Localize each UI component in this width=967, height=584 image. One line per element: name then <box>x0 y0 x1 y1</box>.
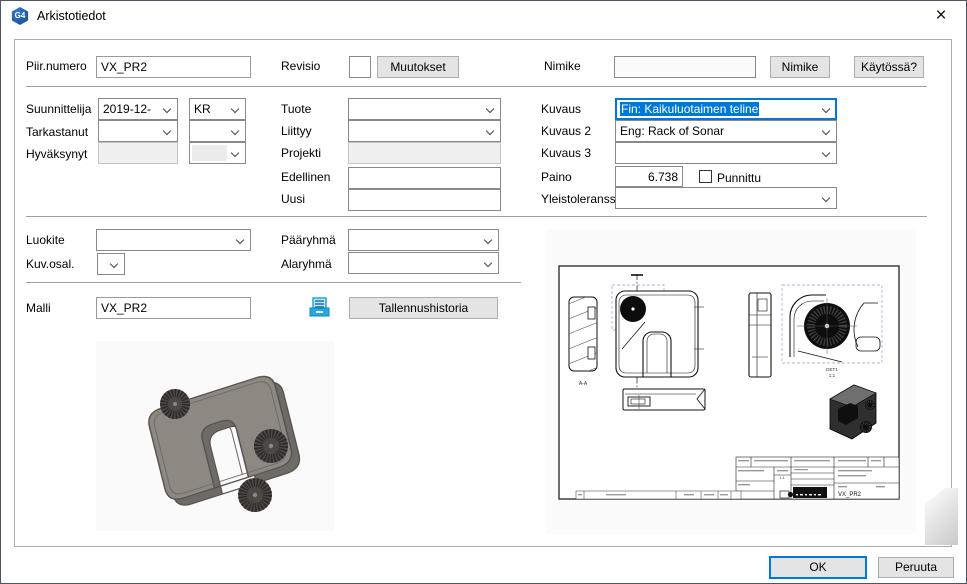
yleistoleranssi-label: Yleistoleranssi <box>541 192 618 207</box>
tarkastanut-date-combo[interactable] <box>98 120 178 142</box>
luokite-combo[interactable] <box>96 229 251 251</box>
kuvaus-label: Kuvaus <box>541 102 581 117</box>
paino-label: Paino <box>541 170 572 185</box>
punnittu-label: Punnittu <box>717 171 761 186</box>
chevron-down-icon <box>486 105 494 113</box>
edellinen-label: Edellinen <box>281 170 330 185</box>
paino-field[interactable]: 6.738 <box>615 166 683 187</box>
tarkastanut-label: Tarkastanut <box>26 125 88 140</box>
chevron-down-icon <box>484 236 492 244</box>
paaryhma-combo[interactable] <box>348 229 499 251</box>
hyvaksynyt-label: Hyväksynyt <box>26 147 87 162</box>
chevron-down-icon <box>822 127 830 135</box>
kuvaus3-label: Kuvaus 3 <box>541 146 591 161</box>
piir-numero-field[interactable]: VX_PR2 <box>96 56 251 78</box>
chevron-down-icon <box>236 236 244 244</box>
section-view-label: A-A <box>579 381 588 387</box>
kuvaus3-combo[interactable] <box>615 142 837 164</box>
disabled-fill <box>192 145 227 161</box>
punnittu-checkbox[interactable] <box>699 170 712 183</box>
tarkastanut-initials-combo[interactable] <box>189 120 246 142</box>
suunnittelija-date-combo[interactable]: 2019-12-13 <box>98 98 178 120</box>
chevron-down-icon <box>822 194 830 202</box>
knurl-boss <box>254 429 288 463</box>
chevron-down-icon <box>231 105 239 113</box>
titleblock-number: VX_PR2 <box>838 492 862 498</box>
peruuta-button[interactable]: Peruuta <box>878 557 954 578</box>
malli-label: Malli <box>26 301 51 316</box>
chevron-down-icon <box>484 259 492 267</box>
nimike-field[interactable] <box>614 56 756 78</box>
malli-field[interactable]: VX_PR2 <box>96 297 251 319</box>
kuvaus-combo[interactable]: Fin: Kaikuluotaimen teline <box>615 98 837 120</box>
edellinen-field[interactable] <box>348 167 501 189</box>
chevron-down-icon <box>231 127 239 135</box>
kuv-osal-label: Kuv.osal. <box>26 257 74 272</box>
knurl-boss <box>160 389 190 419</box>
uusi-field[interactable] <box>348 189 501 211</box>
hyvaksynyt-field <box>98 142 178 164</box>
arkistotiedot-dialog: G4 Arkistotiedot × Piir.numero VX_PR2 Re… <box>0 0 967 584</box>
projekti-label: Projekti <box>281 146 321 161</box>
suunnittelija-label: Suunnittelija <box>26 102 91 117</box>
uusi-label: Uusi <box>281 192 305 207</box>
chevron-down-icon <box>822 149 830 157</box>
nimike-button[interactable]: Nimike <box>770 56 830 78</box>
kaytossa-button[interactable]: Käytössä? <box>854 56 924 78</box>
alaryhma-label: Alaryhmä <box>281 257 332 272</box>
kuvaus2-combo[interactable]: Eng: Rack of Sonar <box>615 120 837 142</box>
tuote-combo[interactable] <box>348 98 501 120</box>
separator <box>26 216 927 217</box>
separator <box>26 282 521 283</box>
chevron-down-icon <box>231 149 239 157</box>
knurl-boss <box>238 478 272 512</box>
titlebar: G4 Arkistotiedot × <box>1 1 966 31</box>
piir-numero-label: Piir.numero <box>26 59 87 74</box>
yleistoleranssi-combo[interactable] <box>615 187 837 209</box>
archive-save-icon[interactable] <box>309 297 330 318</box>
chevron-down-icon <box>163 105 171 113</box>
kuv-osal-combo[interactable] <box>97 253 125 275</box>
nimike-label: Nimike <box>544 59 581 74</box>
liittyy-combo[interactable] <box>348 120 501 142</box>
detail-scale-label: 1:1 <box>829 373 836 378</box>
separator <box>26 86 927 87</box>
kuvaus2-value: Eng: Rack of Sonar <box>620 124 724 138</box>
model-preview-image <box>96 341 334 531</box>
chevron-down-icon <box>486 127 494 135</box>
suunnittelija-initials-value: KR <box>194 102 211 116</box>
kuvaus2-label: Kuvaus 2 <box>541 124 591 139</box>
revisio-label: Revisio <box>281 59 320 74</box>
detail-view-label: DET1 <box>826 367 838 372</box>
close-icon[interactable]: × <box>930 5 952 27</box>
projekti-field <box>348 142 501 164</box>
window-title: Arkistotiedot <box>37 9 106 23</box>
muutokset-button[interactable]: Muutokset <box>377 56 459 78</box>
luokite-label: Luokite <box>26 233 65 248</box>
chevron-down-icon <box>110 260 118 268</box>
chevron-down-icon <box>822 105 830 113</box>
revisio-field[interactable] <box>349 56 371 78</box>
paaryhma-label: Pääryhmä <box>281 233 336 248</box>
suunnittelija-initials-combo[interactable]: KR <box>189 98 246 120</box>
alaryhma-combo[interactable] <box>348 252 499 274</box>
drawing-preview-image: A-A <box>546 229 916 534</box>
ok-button[interactable]: OK <box>769 556 867 579</box>
hyvaksynyt-combo[interactable] <box>189 142 246 164</box>
kuvaus-value-selected: Fin: Kaikuluotaimen teline <box>620 102 759 116</box>
chevron-down-icon <box>163 127 171 135</box>
liittyy-label: Liittyy <box>281 124 312 139</box>
tuote-label: Tuote <box>281 102 311 117</box>
svg-text:1:1: 1:1 <box>779 475 785 480</box>
tallennushistoria-button[interactable]: Tallennushistoria <box>349 297 498 319</box>
app-icon: G4 <box>11 7 29 25</box>
